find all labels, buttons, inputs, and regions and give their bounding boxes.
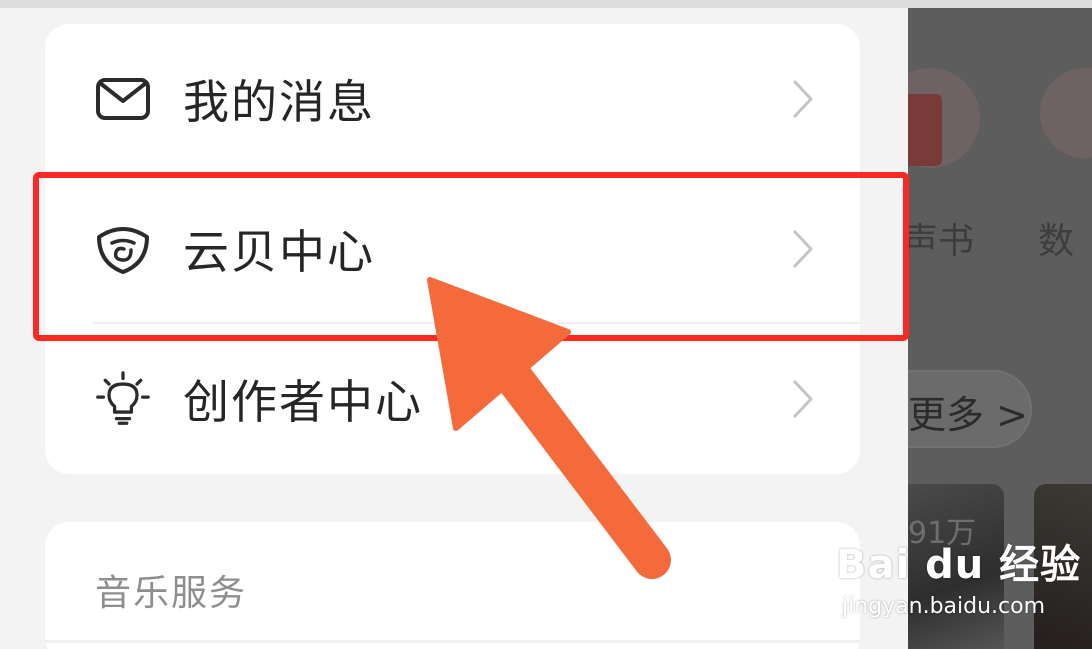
watermark-logo: Bai du 经验	[836, 542, 1082, 588]
audiobook-label: 声书	[908, 221, 975, 262]
music-services-card: 音乐服务	[45, 522, 860, 649]
menu-item-label: 创作者中心	[183, 375, 423, 429]
audiobook-icon	[908, 94, 942, 166]
section-divider	[45, 640, 860, 643]
more-button-label: 更多 >	[908, 393, 1028, 437]
digital-album-label: 数	[1038, 221, 1075, 262]
top-border	[0, 0, 1092, 8]
watermark-url: jingyan.baidu.com	[842, 594, 1046, 619]
menu-item-messages[interactable]: 我的消息	[45, 24, 860, 174]
chevron-right-icon	[792, 79, 814, 119]
digital-album-entry-circle	[1040, 68, 1092, 158]
highlight-box	[33, 172, 909, 341]
lightbulb-icon	[95, 371, 151, 427]
menu-item-label: 我的消息	[183, 75, 375, 129]
envelope-icon	[95, 71, 151, 127]
chevron-right-icon	[792, 379, 814, 419]
section-title-music-services: 音乐服务	[95, 573, 248, 614]
menu-item-creator-center[interactable]: 创作者中心	[45, 324, 860, 474]
baidu-jingyan-watermark: Bai du 经验 jingyan.baidu.com	[836, 532, 1086, 628]
